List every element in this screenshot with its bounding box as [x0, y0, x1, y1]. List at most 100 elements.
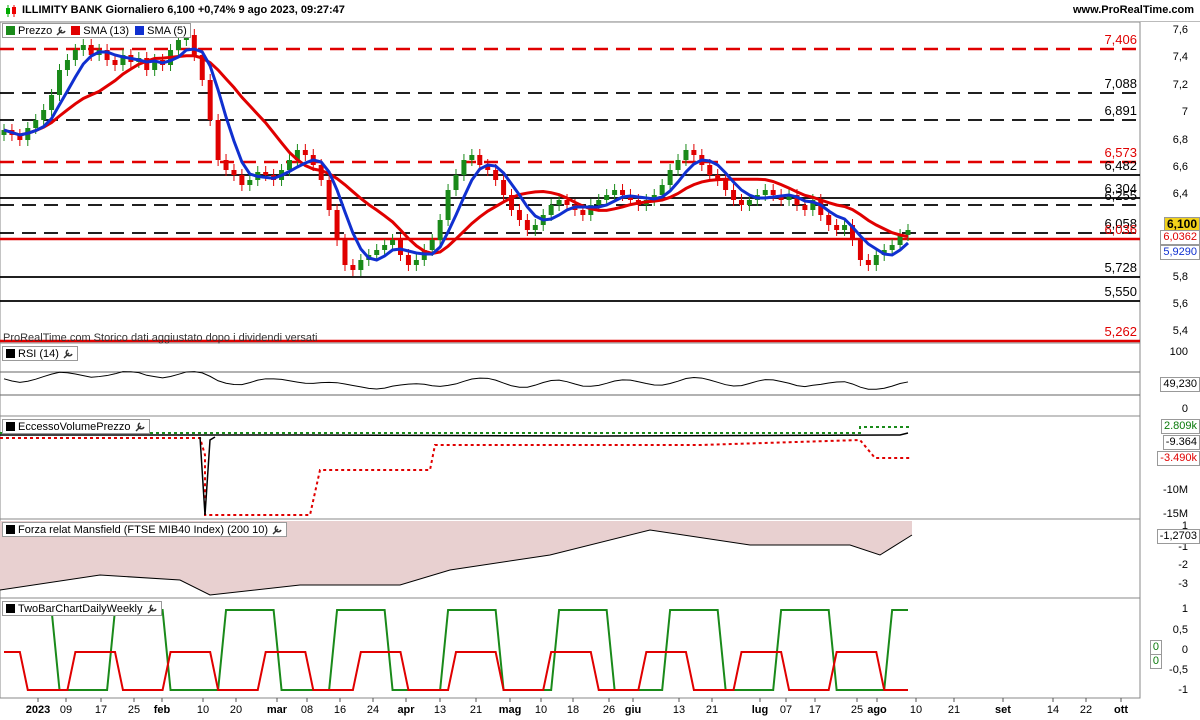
time-axis-label: 10	[197, 704, 209, 716]
sma5-legend-label: SMA (5)	[147, 24, 187, 37]
evp-tick: -10M	[1162, 484, 1188, 496]
level-tag: 6,255	[1104, 188, 1137, 203]
candle-body	[738, 200, 744, 205]
candle-body	[469, 155, 475, 160]
candle-body	[802, 205, 808, 210]
time-axis-label: 20	[230, 704, 242, 716]
candle-body	[667, 170, 673, 185]
time-axis-label: 18	[567, 704, 579, 716]
candle-swatch-icon	[6, 26, 15, 35]
price-axis-label: 5,4	[1172, 325, 1188, 338]
rsi-legend[interactable]: RSI (14)	[2, 346, 78, 361]
candle-body	[596, 200, 602, 205]
price-legend[interactable]: Prezzo SMA (13) SMA (5)	[2, 23, 191, 38]
time-axis-label: 22	[1080, 704, 1092, 716]
chart-area[interactable]: 2023 09 17 25 feb 10 20 mar 08 16 24 apr 13 21 mag 10 18…	[0, 22, 1200, 720]
twobar-green-line	[4, 609, 908, 691]
time-axis-label: 17	[809, 704, 821, 716]
twobar-legend[interactable]: TwoBarChartDailyWeekly	[2, 601, 162, 616]
candle-body	[413, 260, 419, 265]
candle-body	[41, 110, 47, 120]
time-axis-label: 14	[1047, 704, 1059, 716]
price-axis-label: 7	[1181, 106, 1188, 119]
title-bar: ILLIMITY BANK Giornaliero 6,100 +0,74% 9…	[0, 0, 1200, 22]
candle-body	[231, 170, 237, 175]
candle-body	[405, 255, 411, 265]
evp-lower-band	[0, 437, 912, 516]
mansfield-legend[interactable]: Forza relat Mansfield (FTSE MIB40 Index)…	[2, 522, 288, 537]
time-axis-label: 13	[434, 704, 446, 716]
candle-body	[80, 45, 86, 50]
candle-body	[501, 180, 507, 195]
candle-body	[770, 190, 776, 195]
candle-body	[548, 205, 554, 215]
time-axis-label: ott	[1114, 704, 1128, 716]
evp-upper-box: 2.809k	[1160, 419, 1200, 434]
twobar-swatch-icon	[6, 604, 15, 613]
time-axis-label: 21	[706, 704, 718, 716]
candle-body	[112, 60, 118, 65]
sma13-line	[3, 54, 909, 256]
price-axis-label: 5,8	[1172, 270, 1188, 283]
candle-body	[556, 200, 562, 205]
time-axis-label: giu	[625, 704, 642, 716]
price-axis-label: 6,6	[1172, 161, 1188, 173]
rsi-line	[3, 371, 909, 390]
evp-value-box: -9.364	[1162, 435, 1200, 450]
time-axis-label: apr	[397, 704, 415, 716]
candle-body	[746, 200, 752, 205]
candle-body	[223, 160, 229, 170]
wrench-icon[interactable]	[146, 603, 158, 615]
twobar-tick: 1	[1181, 603, 1188, 615]
candle-body	[604, 195, 610, 200]
candle-body	[57, 70, 63, 95]
price-axis-label: 7,4	[1172, 51, 1188, 64]
mansfield-tick: -2	[1178, 559, 1188, 571]
wrench-icon[interactable]	[62, 348, 74, 360]
sma13-legend-label: SMA (13)	[83, 24, 130, 37]
candle-body	[175, 40, 181, 50]
candle-body	[826, 215, 832, 225]
price-legend-label: Prezzo	[18, 24, 53, 37]
evp-legend-label: EccessoVolumePrezzo	[18, 420, 131, 433]
candle-body	[286, 160, 292, 170]
candle-body	[239, 175, 245, 185]
site-url[interactable]: www.ProRealTime.com	[1073, 4, 1194, 16]
level-tag: 6,036	[1104, 222, 1137, 237]
time-axis-label: 13	[673, 704, 685, 716]
time-axis-label: 21	[948, 704, 960, 716]
mansfield-swatch-icon	[6, 525, 15, 534]
sma5-line	[3, 47, 909, 262]
wrench-icon[interactable]	[55, 25, 67, 37]
time-axis-label: mar	[267, 704, 288, 716]
chart-title: ILLIMITY BANK Giornaliero 6,100 +0,74% 9…	[22, 4, 345, 16]
mansfield-tick: -3	[1178, 578, 1188, 590]
wrench-icon[interactable]	[271, 524, 283, 536]
sma5-swatch-icon	[135, 26, 145, 35]
candle-body	[612, 190, 618, 195]
candle-body	[247, 180, 253, 185]
evp-legend[interactable]: EccessoVolumePrezzo	[2, 419, 150, 434]
candle-body	[437, 220, 443, 240]
sma5-value-box: 5,9290	[1160, 245, 1200, 260]
panel-frame	[0, 342, 1141, 417]
sma13-swatch-icon	[71, 26, 81, 35]
wrench-icon[interactable]	[134, 421, 146, 433]
dividend-note: ProRealTime.com Storico dati aggiustato …	[3, 332, 318, 344]
candle-body	[382, 245, 388, 250]
candle-body	[889, 245, 895, 250]
time-axis-label: 24	[367, 704, 379, 716]
time-axis-label: 17	[95, 704, 107, 716]
candle-body	[532, 225, 538, 230]
candle-body	[64, 60, 70, 70]
candle-body	[691, 150, 697, 155]
rsi-value-box: 49,230	[1160, 377, 1200, 392]
rsi-axis-top: 100	[1169, 346, 1188, 358]
candle-body	[302, 150, 308, 155]
candle-body	[580, 210, 586, 215]
candle-body	[905, 230, 911, 235]
candle-body	[842, 225, 848, 230]
candle-body	[445, 190, 451, 220]
candle-body	[723, 180, 729, 190]
candle-body	[191, 35, 197, 55]
